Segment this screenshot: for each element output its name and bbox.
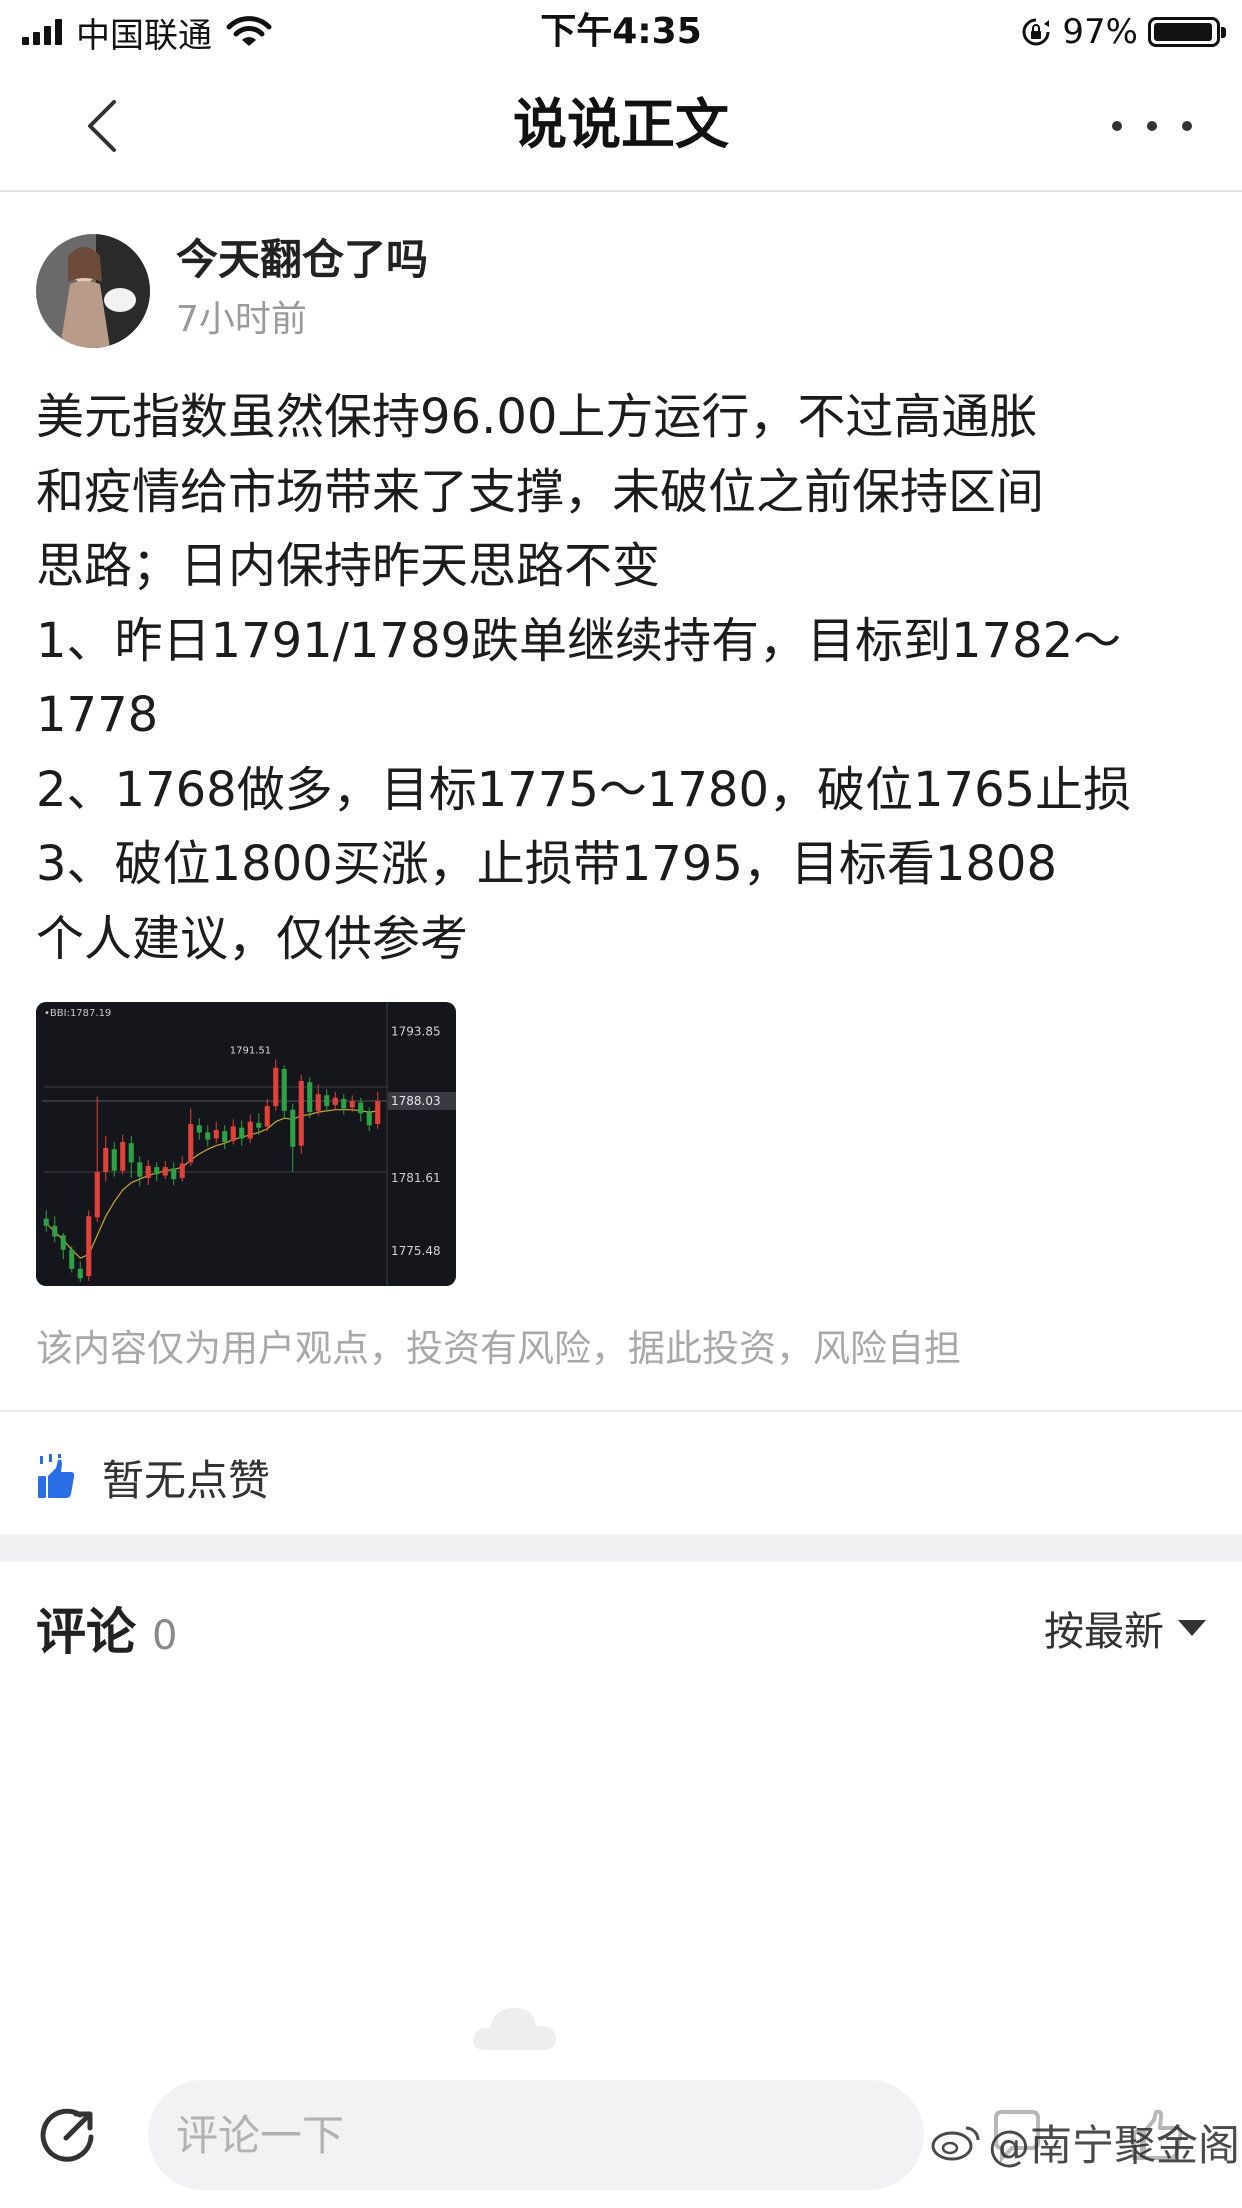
candle-body: [273, 1067, 279, 1107]
candle-body: [222, 1131, 228, 1142]
peak-price-label: 1791.51: [230, 1045, 271, 1056]
candle-body: [69, 1249, 75, 1269]
candle-body: [366, 1112, 372, 1126]
candlestick-chart: •BBI:1787.19 1791.51 1793.85 1788.03 178…: [42, 1002, 456, 1286]
candle-body: [60, 1235, 66, 1250]
watermark-text: @南宁聚金阁: [988, 2120, 1241, 2170]
bottom-bar: @南宁聚金阁: [0, 2068, 1242, 2208]
candle-body: [375, 1101, 381, 1124]
caret-down-icon: [1178, 1620, 1206, 1636]
comments-header: 评论 0: [36, 1592, 177, 1662]
bbi-indicator-label: •BBI:1787.19: [44, 1008, 111, 1019]
comments-count: 0: [152, 1613, 178, 1659]
candle-body: [120, 1142, 126, 1171]
candle-body: [264, 1106, 270, 1127]
status-bar: 中国联通 下午4:35 97%: [0, 0, 1242, 64]
status-right: 97%: [1020, 8, 1226, 56]
battery-icon: [1148, 17, 1226, 47]
content-line: 个人建议，仅供参考: [36, 910, 469, 967]
candle-body: [349, 1101, 355, 1108]
candle-body: [188, 1124, 194, 1163]
post-content: 美元指数虽然保持96.00上方运行，不过高通胀 和疫情给市场带来了支撑，未破位之…: [36, 380, 1216, 976]
comments-title: 评论: [36, 1603, 136, 1661]
likes-label: 暂无点赞: [102, 1455, 271, 1505]
divider: [0, 1410, 1242, 1412]
thumbs-up-icon[interactable]: [36, 1454, 76, 1500]
rotation-lock-icon: [1022, 18, 1050, 46]
candle-body: [86, 1216, 92, 1276]
candle-body: [358, 1102, 364, 1114]
candle-body: [298, 1081, 304, 1146]
candle-body: [324, 1095, 330, 1107]
author-name[interactable]: 今天翻仓了吗: [176, 232, 428, 288]
candle-body: [52, 1225, 58, 1237]
candle-body: [290, 1109, 296, 1147]
candle-body: [213, 1130, 219, 1139]
battery-percent: 97%: [1062, 12, 1138, 52]
candle-body: [154, 1167, 160, 1175]
avatar[interactable]: [36, 234, 150, 348]
section-separator: [0, 1534, 1242, 1562]
weibo-logo-icon: [931, 2126, 980, 2161]
candle-body: [103, 1148, 109, 1172]
candle-body: [111, 1149, 117, 1171]
content-line: 1、昨日1791/1789跌单继续持有，目标到1782～: [36, 612, 1122, 669]
candle-body: [281, 1069, 287, 1111]
page-title: 说说正文: [513, 93, 729, 156]
candle-body: [239, 1127, 245, 1139]
y-tick-label: 1788.03: [391, 1094, 441, 1108]
post-timestamp: 7小时前: [176, 299, 307, 340]
comment-input[interactable]: [148, 2080, 924, 2190]
candle-body: [43, 1218, 49, 1226]
nav-bar: 说说正文: [0, 64, 1242, 192]
sort-dropdown[interactable]: 按最新: [1044, 1598, 1206, 1658]
content-line: 3、破位1800买涨，止损带1795，目标看1808: [36, 836, 1058, 892]
candle-body: [162, 1167, 168, 1176]
candle-body: [77, 1268, 83, 1279]
candle-body: [196, 1125, 202, 1133]
more-dots-icon[interactable]: [1112, 104, 1192, 148]
y-tick-label: 1781.61: [391, 1171, 441, 1185]
content-line: 和疫情给市场带来了支撑，未破位之前保持区间: [36, 463, 1045, 520]
share-icon[interactable]: [36, 2106, 98, 2168]
candle-body: [145, 1165, 151, 1178]
content-line: 思路；日内保持昨天思路不变: [36, 538, 661, 594]
likes-row[interactable]: 暂无点赞: [36, 1442, 270, 1512]
y-tick-label: 1775.48: [391, 1244, 441, 1258]
candle-body: [256, 1122, 262, 1128]
candle-body: [230, 1126, 236, 1141]
content-line: 1778: [36, 687, 159, 743]
content-line: 美元指数虽然保持96.00上方运行，不过高通胀: [36, 389, 1038, 445]
candle-body: [247, 1121, 253, 1139]
candle-body: [315, 1094, 321, 1111]
chart-image[interactable]: •BBI:1787.19 1791.51 1793.85 1788.03 178…: [36, 1002, 456, 1286]
cloud-icon: [473, 2008, 556, 2050]
candle-body: [128, 1143, 134, 1163]
candle-body: [94, 1171, 100, 1218]
sort-label: 按最新: [1044, 1609, 1164, 1655]
risk-disclaimer: 该内容仅为用户观点，投资有风险，据此投资，风险自担: [36, 1327, 961, 1370]
candle-body: [205, 1132, 211, 1140]
candle-body: [332, 1097, 338, 1105]
candle-body: [171, 1168, 177, 1180]
candle-body: [341, 1098, 347, 1109]
candle-body: [307, 1082, 313, 1113]
watermark: @南宁聚金阁: [930, 2112, 1240, 2172]
candle-body: [179, 1163, 185, 1178]
content-line: 2、1768做多，目标1775～1780，破位1765止损: [36, 761, 1132, 818]
candle-body: [137, 1162, 143, 1177]
y-tick-label: 1793.85: [391, 1024, 441, 1038]
